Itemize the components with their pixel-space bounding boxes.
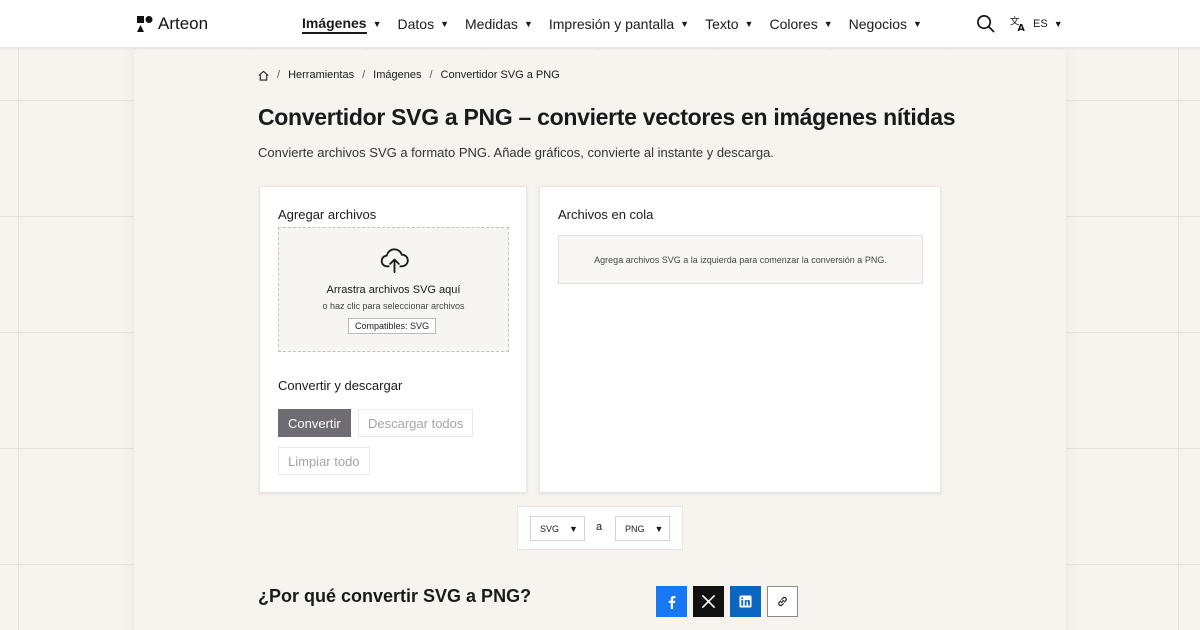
share-buttons: [656, 586, 798, 617]
main-nav: Imágenes ▼ Datos ▼ Medidas ▼ Impresión y…: [302, 0, 938, 48]
breadcrumb-imagenes[interactable]: Imágenes: [373, 69, 421, 81]
breadcrumb-herramientas[interactable]: Herramientas: [288, 69, 354, 81]
breadcrumb-separator: /: [277, 69, 281, 81]
search-icon: [977, 15, 995, 33]
nav-item-negocios[interactable]: Negocios ▼: [849, 0, 922, 48]
nav-label: Colores: [769, 16, 818, 32]
add-files-panel: Agregar archivos Arrastra archivos SVG a…: [259, 186, 527, 493]
file-dropzone[interactable]: Arrastra archivos SVG aquí o haz clic pa…: [278, 227, 509, 352]
breadcrumb-current: Convertidor SVG a PNG: [440, 69, 560, 81]
share-x-button[interactable]: [693, 586, 724, 617]
nav-item-datos[interactable]: Datos ▼: [398, 0, 450, 48]
nav-label: Datos: [397, 16, 435, 32]
linkedin-icon: [739, 595, 752, 608]
why-heading: ¿Por qué convertir SVG a PNG?: [258, 586, 532, 606]
caret-down-icon: ▼: [913, 19, 922, 29]
caret-down-icon: ▼: [440, 19, 450, 29]
queue-heading: Archivos en cola: [558, 207, 654, 222]
breadcrumb-separator: /: [429, 69, 433, 81]
link-icon: [778, 596, 787, 607]
target-format-select[interactable]: PNG ▼: [615, 516, 670, 541]
dropzone-title: Arrastra archivos SVG aquí: [326, 284, 461, 296]
caret-down-icon: ▼: [523, 19, 533, 29]
source-format-select[interactable]: SVG ▼: [530, 516, 585, 541]
logo[interactable]: Arteon: [137, 14, 208, 34]
nav-item-imagenes[interactable]: Imágenes ▼: [302, 0, 382, 48]
language-code: ES: [1033, 17, 1048, 30]
nav-label: Medidas: [465, 16, 518, 32]
caret-down-icon: ▼: [569, 523, 578, 534]
queue-empty-state: Agrega archivos SVG a la izquierda para …: [558, 235, 923, 284]
source-format-value: SVG: [540, 523, 560, 534]
x-icon: [702, 595, 715, 608]
caret-down-icon: ▼: [654, 523, 664, 534]
site-header: Arteon Imágenes ▼ Datos ▼ Medidas ▼ Impr…: [0, 0, 1200, 48]
cloud-upload-icon: [380, 248, 409, 274]
convert-heading: Convertir y descargar: [278, 378, 403, 393]
share-linkedin-button[interactable]: [730, 586, 761, 617]
caret-down-icon: ▼: [680, 19, 690, 29]
nav-item-colores[interactable]: Colores ▼: [769, 0, 832, 48]
nav-item-texto[interactable]: Texto ▼: [705, 0, 753, 48]
nav-label: Texto: [705, 16, 739, 32]
add-files-heading: Agregar archivos: [278, 207, 377, 222]
queue-panel: Archivos en cola Agrega archivos SVG a l…: [539, 186, 941, 493]
dropzone-subtitle: o haz clic para seleccionar archivos: [322, 301, 465, 311]
convert-button[interactable]: Convertir: [278, 409, 351, 437]
nav-label: Negocios: [848, 16, 908, 32]
page-subtitle: Convierte archivos SVG a formato PNG. Añ…: [258, 145, 774, 160]
nav-label: Imágenes: [302, 15, 367, 34]
brand-name: Arteon: [158, 14, 209, 33]
page-title: Convertidor SVG a PNG – convierte vector…: [258, 104, 956, 130]
target-format-value: PNG: [625, 523, 645, 534]
caret-down-icon: ▼: [744, 19, 754, 29]
queue-empty-message: Agrega archivos SVG a la izquierda para …: [594, 254, 887, 265]
breadcrumb-separator: /: [362, 69, 366, 81]
download-all-button[interactable]: Descargar todos: [358, 409, 474, 437]
nav-label: Impresión y pantalla: [548, 16, 675, 32]
share-facebook-button[interactable]: [656, 586, 687, 617]
format-connector: a: [596, 521, 603, 533]
translate-icon: 文 A: [1010, 15, 1026, 32]
logo-icon: [137, 16, 153, 32]
breadcrumb: / Herramientas / Imágenes / Convertidor …: [258, 69, 560, 81]
format-selector-row: SVG ▼ a PNG ▼: [517, 506, 683, 550]
caret-down-icon: ▼: [823, 19, 833, 29]
search-button[interactable]: [976, 14, 995, 38]
home-icon[interactable]: [258, 70, 269, 81]
caret-down-icon: ▼: [372, 19, 382, 29]
language-selector[interactable]: 文 A ES ▼: [1010, 15, 1063, 32]
caret-down-icon: ▼: [1053, 18, 1063, 29]
supported-formats-badge: Compatibles: SVG: [348, 318, 437, 334]
nav-item-medidas[interactable]: Medidas ▼: [465, 0, 533, 48]
copy-link-button[interactable]: [767, 586, 798, 617]
main-content: / Herramientas / Imágenes / Convertidor …: [134, 49, 1066, 630]
nav-item-impresion[interactable]: Impresión y pantalla ▼: [549, 0, 689, 48]
clear-all-button[interactable]: Limpiar todo: [278, 447, 370, 475]
facebook-icon: [668, 595, 675, 609]
svg-text:A: A: [1018, 23, 1026, 32]
